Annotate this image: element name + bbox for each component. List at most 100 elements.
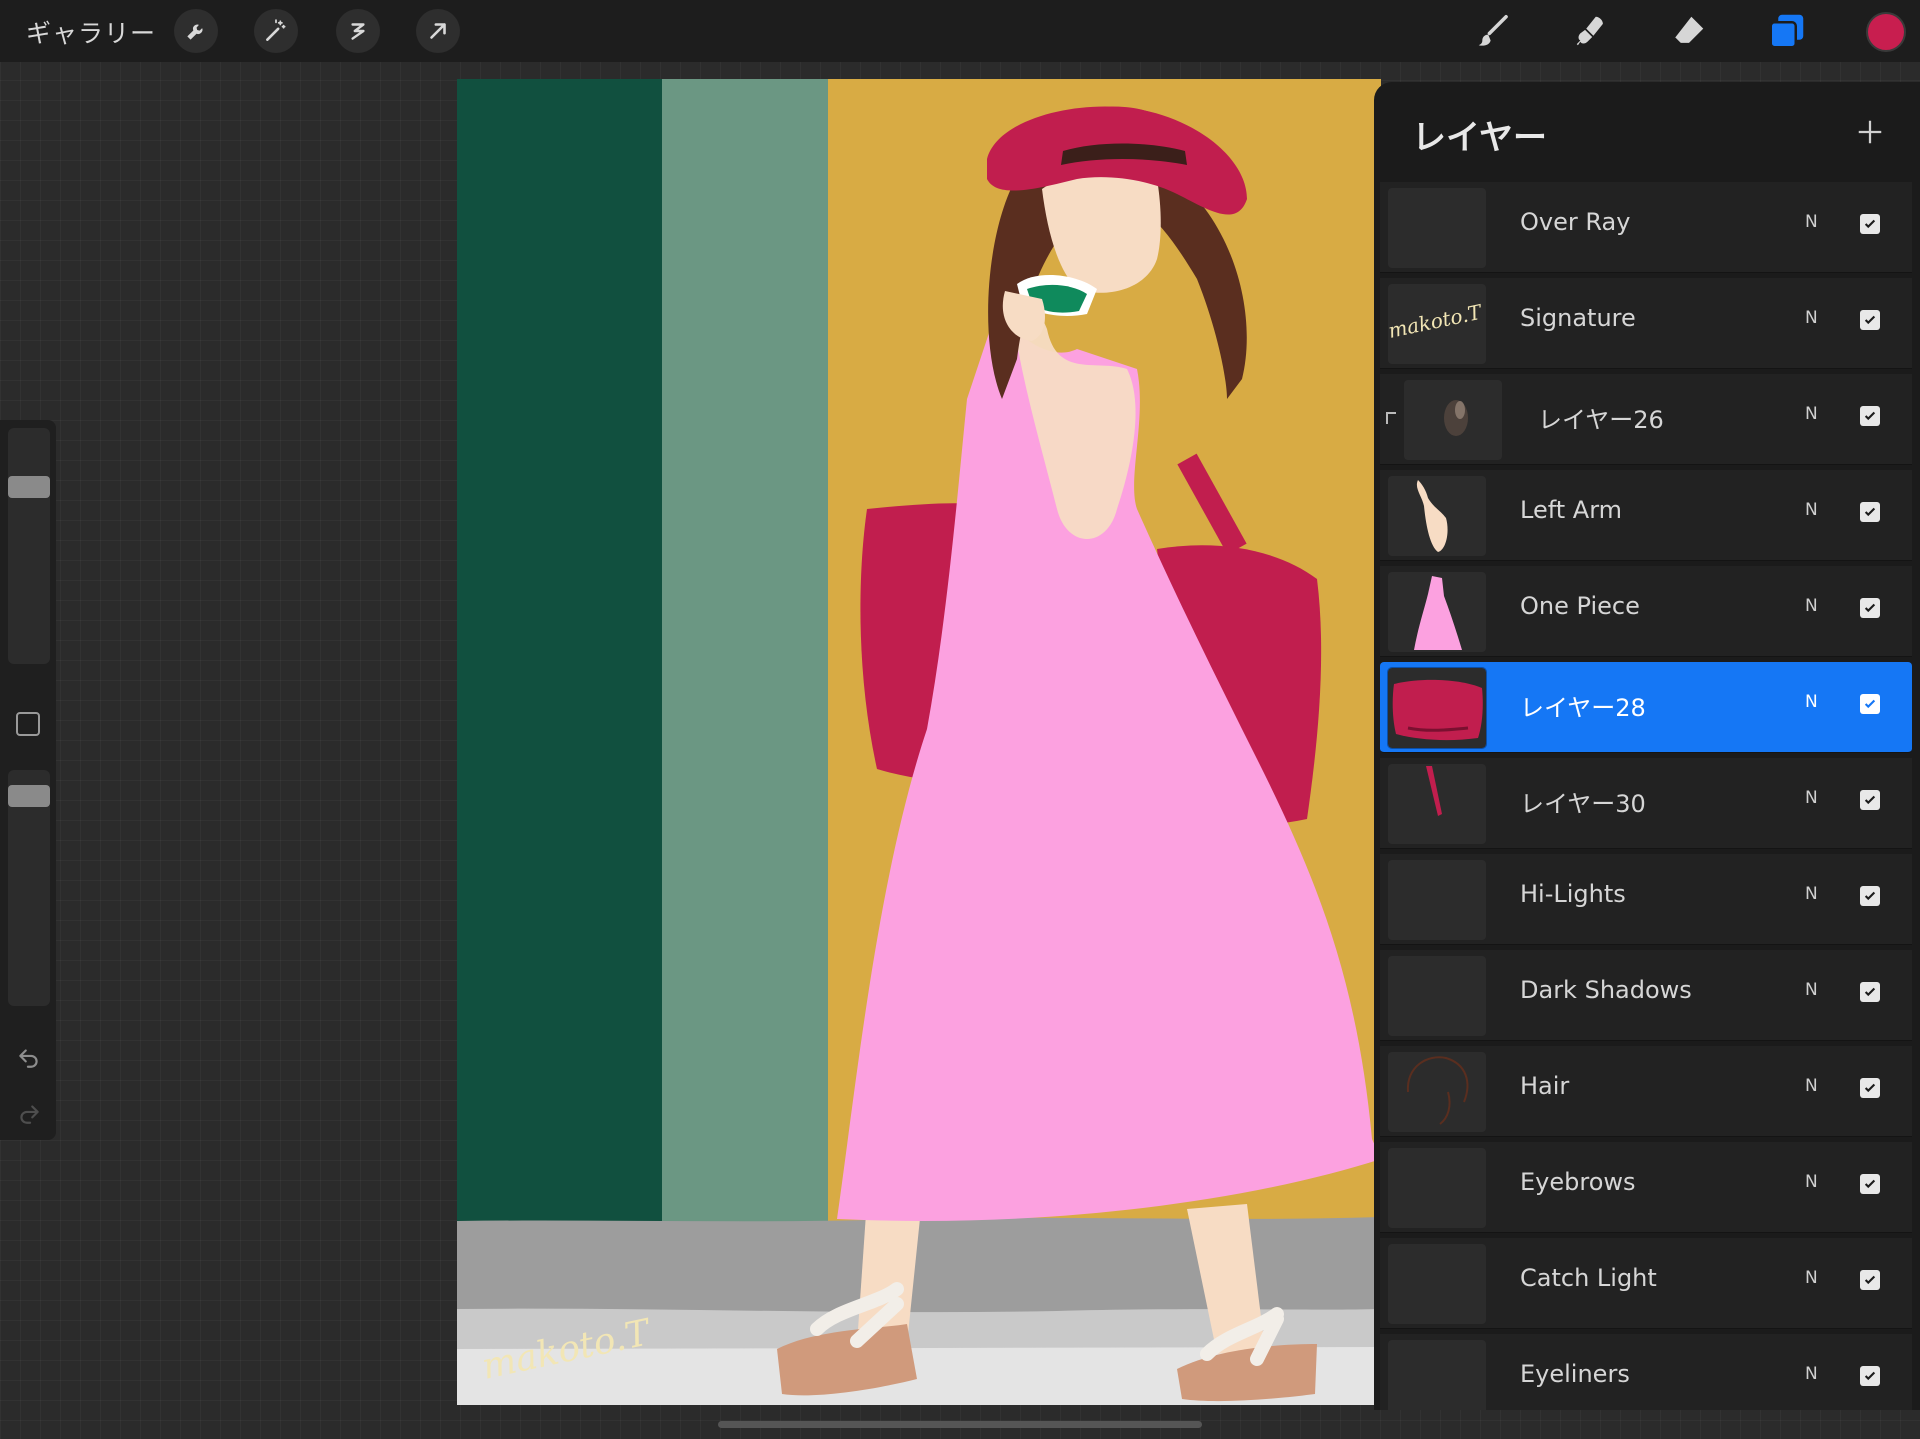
blend-mode-button[interactable]: N [1805, 980, 1818, 1000]
blend-mode-button[interactable]: N [1805, 596, 1818, 616]
checkmark-icon [1864, 1275, 1876, 1285]
drawing-canvas[interactable]: makoto.T [457, 79, 1381, 1405]
layer-row[interactable]: レイヤー30 N [1380, 758, 1912, 849]
blend-mode-button[interactable]: N [1805, 1364, 1818, 1384]
layer-name: Hair [1520, 1072, 1570, 1100]
layer-name: レイヤー28 [1520, 694, 1646, 722]
visibility-checkbox[interactable] [1860, 502, 1880, 522]
checkmark-icon [1864, 1083, 1876, 1093]
brush-size-handle[interactable] [8, 476, 50, 498]
checkmark-icon [1864, 891, 1876, 901]
layer-row[interactable]: makoto.T Signature N [1380, 278, 1912, 369]
layers-panel-title: レイヤー [1412, 118, 1547, 158]
checkmark-icon [1864, 1179, 1876, 1189]
layer-row[interactable]: Left Arm N [1380, 470, 1912, 561]
layer-name: Eyebrows [1520, 1168, 1636, 1196]
checkmark-icon [1864, 315, 1876, 325]
top-toolbar: ギャラリー [0, 0, 1920, 62]
layer-thumbnail [1388, 956, 1486, 1036]
blend-mode-button[interactable]: N [1805, 692, 1818, 712]
wrench-icon[interactable] [174, 9, 218, 53]
color-picker-icon[interactable] [1866, 12, 1906, 52]
modify-button[interactable] [16, 712, 40, 736]
magic-wand-icon[interactable] [254, 9, 298, 53]
visibility-checkbox[interactable] [1860, 982, 1880, 1002]
checkmark-icon [1864, 1371, 1876, 1381]
visibility-checkbox[interactable] [1860, 598, 1880, 618]
layer-thumbnail [1388, 476, 1486, 556]
layer-name: Dark Shadows [1520, 976, 1692, 1004]
blend-mode-button[interactable]: N [1805, 1268, 1818, 1288]
signature-thumbnail-text: makoto.T [1388, 299, 1485, 342]
visibility-checkbox[interactable] [1860, 886, 1880, 906]
checkmark-icon [1864, 987, 1876, 997]
layer-thumbnail [1388, 188, 1486, 268]
artwork-illustration: makoto.T [457, 79, 1381, 1405]
checkmark-icon [1864, 411, 1876, 421]
plus-icon [1858, 120, 1882, 144]
blend-mode-button[interactable]: N [1805, 212, 1818, 232]
layer-row[interactable]: Eyeliners N [1380, 1334, 1912, 1410]
blend-mode-button[interactable]: N [1805, 404, 1818, 424]
layer-thumbnail [1388, 1052, 1486, 1132]
visibility-checkbox[interactable] [1860, 1270, 1880, 1290]
layer-row[interactable]: レイヤー26 N [1380, 374, 1912, 465]
visibility-checkbox[interactable] [1860, 406, 1880, 426]
checkmark-icon [1864, 219, 1876, 229]
home-indicator[interactable] [718, 1421, 1202, 1428]
layer-name: Over Ray [1520, 208, 1631, 236]
selection-icon[interactable] [336, 9, 380, 53]
layer-thumbnail [1388, 572, 1486, 652]
layer-row[interactable]: Dark Shadows N [1380, 950, 1912, 1041]
transform-arrow-icon[interactable] [416, 9, 460, 53]
blend-mode-button[interactable]: N [1805, 788, 1818, 808]
visibility-checkbox[interactable] [1860, 1174, 1880, 1194]
opacity-handle[interactable] [8, 785, 50, 807]
blend-mode-button[interactable]: N [1805, 884, 1818, 904]
layer-name: Signature [1520, 304, 1636, 332]
layers-icon[interactable] [1766, 10, 1808, 52]
redo-icon[interactable] [14, 1098, 44, 1128]
add-layer-button[interactable] [1850, 112, 1890, 152]
visibility-checkbox[interactable] [1860, 790, 1880, 810]
visibility-checkbox[interactable] [1860, 1366, 1880, 1386]
eraser-icon[interactable] [1668, 10, 1710, 52]
layer-thumbnail [1387, 667, 1487, 749]
checkmark-icon [1864, 507, 1876, 517]
layer-row[interactable]: One Piece N [1380, 566, 1912, 657]
layer-name: レイヤー26 [1538, 406, 1664, 434]
layer-row[interactable]: Catch Light N [1380, 1238, 1912, 1329]
layer-thumbnail [1388, 1244, 1486, 1324]
brush-icon[interactable] [1472, 10, 1514, 52]
blend-mode-button[interactable]: N [1805, 1172, 1818, 1192]
clipping-mask-icon [1386, 412, 1396, 424]
layer-row[interactable]: Eyebrows N [1380, 1142, 1912, 1233]
layer-row-selected[interactable]: レイヤー28 N [1380, 662, 1912, 753]
left-sidebar [0, 420, 56, 1140]
layer-name: Eyeliners [1520, 1360, 1630, 1388]
visibility-checkbox[interactable] [1860, 310, 1880, 330]
brush-size-slider[interactable] [8, 428, 50, 664]
layer-thumbnail [1388, 1340, 1486, 1410]
layer-name: Catch Light [1520, 1264, 1657, 1292]
checkmark-icon [1864, 699, 1876, 709]
visibility-checkbox[interactable] [1860, 1078, 1880, 1098]
blend-mode-button[interactable]: N [1805, 308, 1818, 328]
layer-row[interactable]: Hair N [1380, 1046, 1912, 1137]
layer-name: Left Arm [1520, 496, 1623, 524]
gallery-button[interactable]: ギャラリー [26, 14, 156, 50]
blend-mode-button[interactable]: N [1805, 500, 1818, 520]
blend-mode-button[interactable]: N [1805, 1076, 1818, 1096]
layer-row[interactable]: Over Ray N [1380, 182, 1912, 273]
visibility-checkbox[interactable] [1860, 214, 1880, 234]
undo-icon[interactable] [14, 1042, 44, 1072]
visibility-checkbox[interactable] [1860, 694, 1880, 714]
layers-panel: レイヤー Over Ray N makoto.T Signature N レイヤ… [1374, 82, 1920, 1410]
smudge-icon[interactable] [1570, 10, 1612, 52]
layer-row[interactable]: Hi-Lights N [1380, 854, 1912, 945]
layer-thumbnail [1388, 860, 1486, 940]
layer-name: One Piece [1520, 592, 1640, 620]
layer-name: レイヤー30 [1520, 790, 1646, 818]
layer-thumbnail [1388, 1148, 1486, 1228]
layer-thumbnail [1404, 380, 1502, 460]
